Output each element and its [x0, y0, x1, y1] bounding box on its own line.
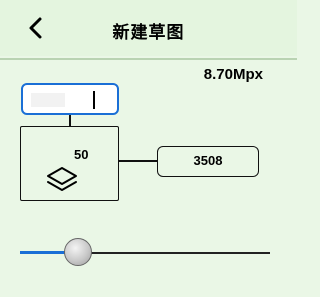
text-caret: [93, 91, 95, 109]
layer-count: 50: [74, 147, 89, 162]
top-bar: 新建草图: [0, 0, 297, 56]
page-title: 新建草图: [112, 23, 185, 42]
height-input[interactable]: 3508: [157, 146, 259, 177]
width-input-value: [31, 93, 65, 107]
megapixel-readout: 8.70Mpx: [203, 66, 263, 83]
size-slider[interactable]: [20, 238, 270, 266]
connector-line: [118, 160, 158, 162]
width-input[interactable]: [21, 83, 119, 115]
slider-thumb[interactable]: [63, 238, 92, 266]
layers-icon: [47, 167, 77, 191]
header-divider: [0, 58, 297, 60]
layer-limit-box[interactable]: 50: [20, 126, 119, 201]
